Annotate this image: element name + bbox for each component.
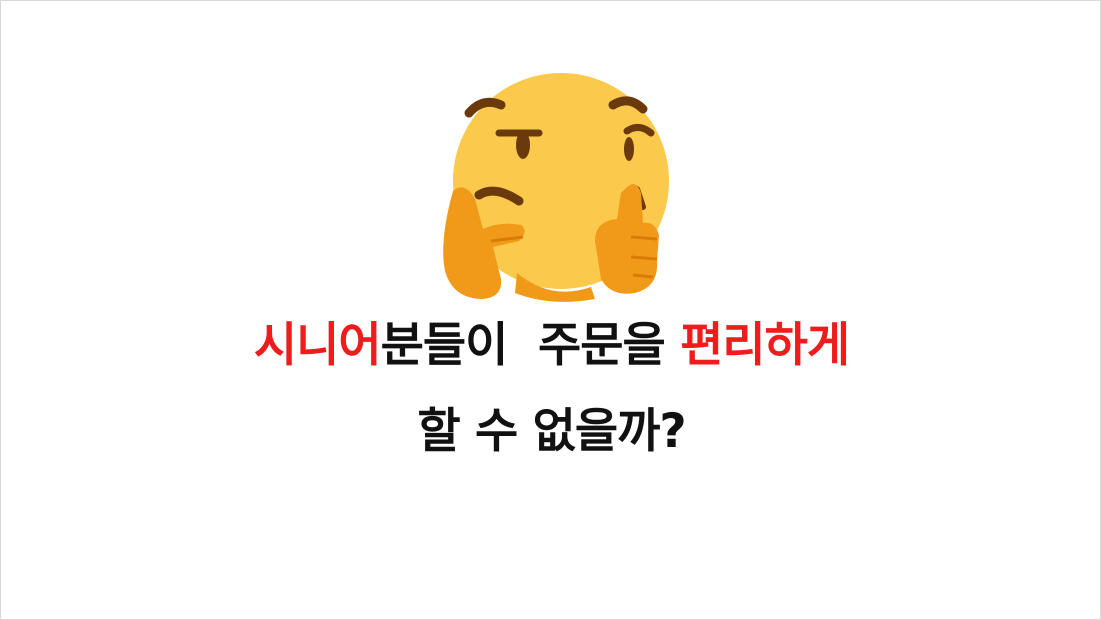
headline-line-2: 할 수 없을까?	[1, 403, 1101, 461]
headline-line-1: 시니어분들이 주문을 편리하게	[1, 317, 1101, 375]
headline-word-senior: 시니어	[253, 318, 382, 373]
headline-word-convenient: 편리하게	[680, 318, 850, 373]
headline-word-middle: 분들이 주문을	[380, 318, 681, 373]
headline-question: 할 수 없을까?	[417, 404, 686, 459]
thinking-face-icon	[443, 73, 669, 302]
slide-canvas: 시니어분들이 주문을 편리하게 할 수 없을까?	[0, 0, 1101, 620]
